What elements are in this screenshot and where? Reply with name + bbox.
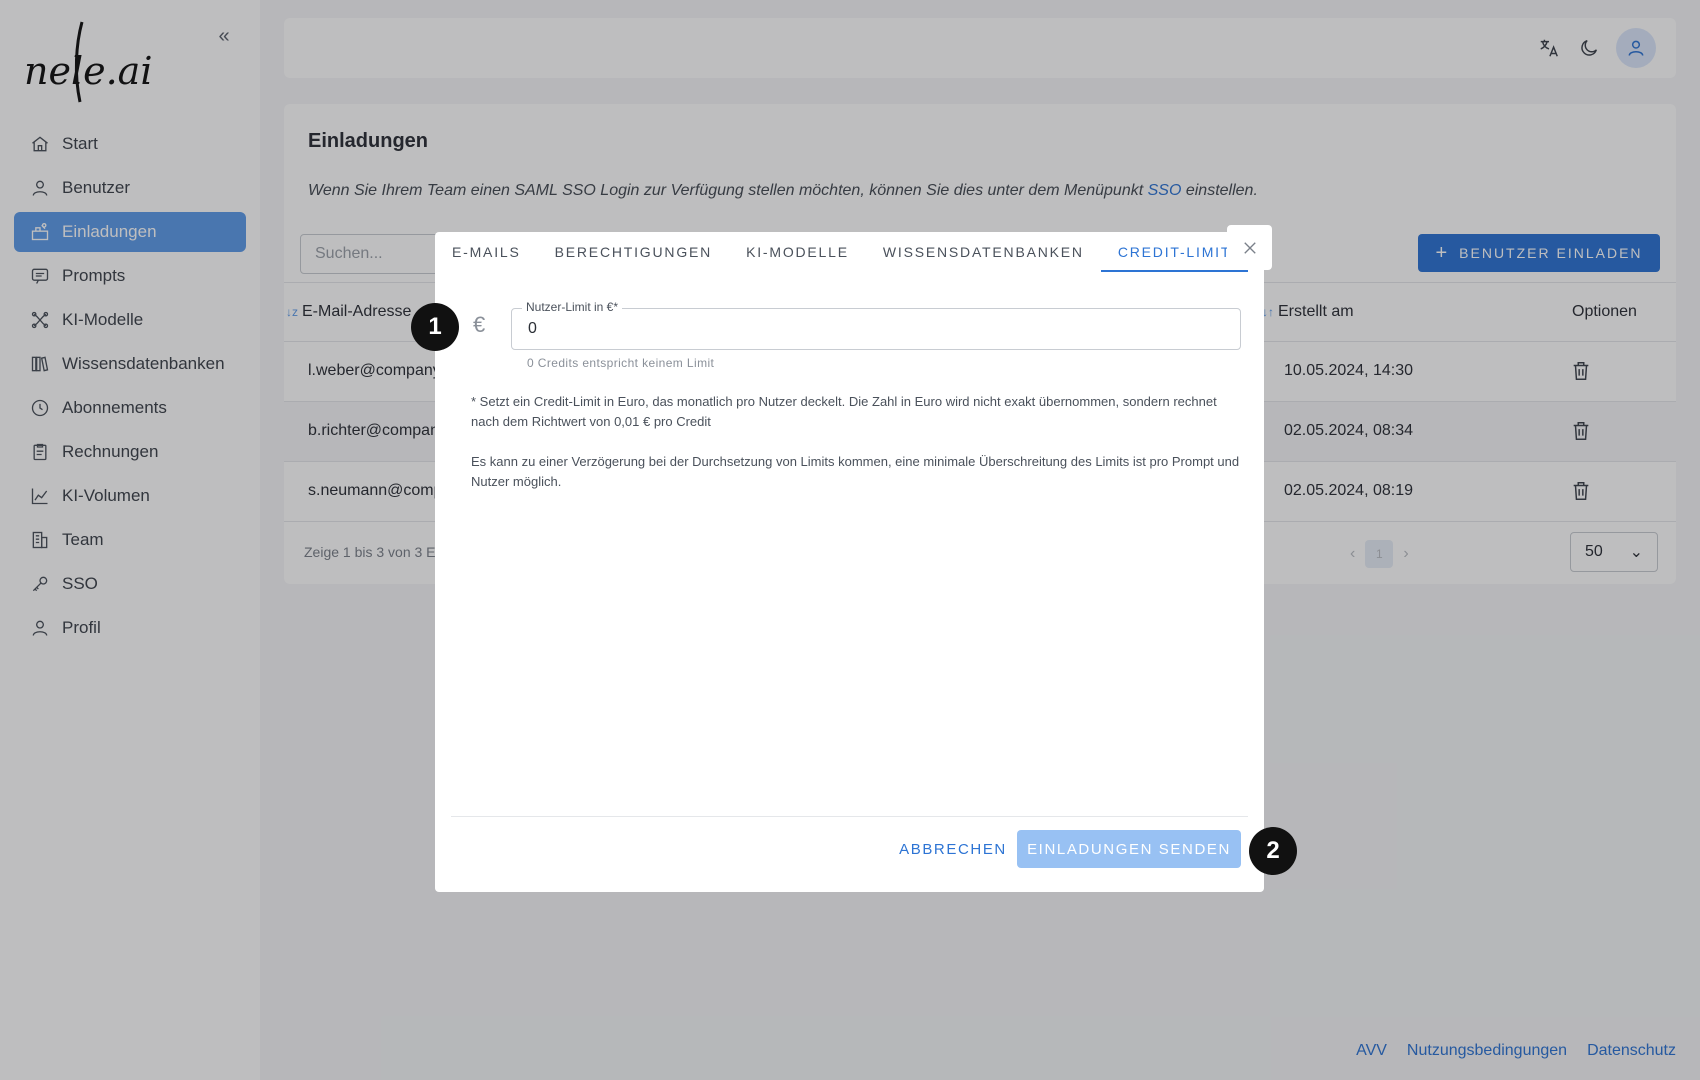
euro-icon: € [473,312,486,337]
user-limit-field[interactable]: Nutzer-Limit in €* 0 [511,300,1241,350]
cancel-button[interactable]: ABBRECHEN [889,830,1017,868]
user-limit-label: Nutzer-Limit in €* [522,300,623,314]
user-limit-value: 0 [528,320,537,337]
close-icon [1243,241,1256,254]
tab-emails[interactable]: E-MAILS [435,232,538,272]
send-invitations-button[interactable]: EINLADUNGEN SENDEN [1017,830,1241,868]
modal-divider [451,816,1248,817]
limit-delay-note: Es kann zu einer Verzögerung bei der Dur… [471,454,1240,489]
close-modal-button[interactable] [1227,225,1272,270]
tab-permissions[interactable]: BERECHTIGUNGEN [538,232,729,272]
tab-ai-models[interactable]: KI-MODELLE [729,232,866,272]
modal-tabs: E-MAILS BERECHTIGUNGEN KI-MODELLE WISSEN… [435,232,1264,272]
invite-modal: E-MAILS BERECHTIGUNGEN KI-MODELLE WISSEN… [435,225,1272,892]
credit-limit-note: * Setzt ein Credit-Limit in Euro, das mo… [471,394,1217,429]
user-limit-helper: 0 Credits entspricht keinem Limit [527,356,715,370]
tab-knowledge-bases[interactable]: WISSENSDATENBANKEN [866,232,1101,272]
step-marker-2: 2 [1249,827,1297,875]
step-marker-1: 1 [411,303,459,351]
